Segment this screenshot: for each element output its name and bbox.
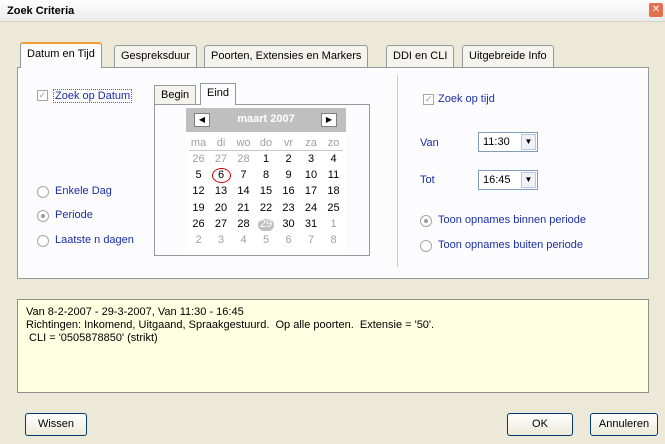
zoek-op-datum-checkbox[interactable]: ✓ — [37, 90, 48, 101]
tot-label: Tot — [420, 174, 435, 186]
chevron-down-icon[interactable]: ▼ — [521, 134, 536, 150]
calendar-day[interactable]: 13 — [211, 185, 232, 197]
calendar-day[interactable]: 27 — [211, 153, 232, 165]
window-title: Zoek Criteria — [7, 5, 75, 17]
summary-line: CLI = '0505878850' (strikt) — [26, 332, 158, 344]
calendar-day[interactable]: 2 — [278, 153, 299, 165]
calendar-day[interactable]: 28 — [233, 218, 254, 230]
calendar-day[interactable]: 8 — [256, 169, 277, 181]
calendar-day[interactable]: 2 — [188, 234, 209, 246]
calendar-day[interactable]: 22 — [256, 202, 277, 214]
summary-line: Van 8-2-2007 - 29-3-2007, Van 11:30 - 16… — [26, 306, 244, 318]
chevron-down-icon[interactable]: ▼ — [521, 172, 536, 188]
wissen-button[interactable]: Wissen — [25, 413, 87, 436]
radio-laatste-n-dagen-label: Laatste n dagen — [55, 234, 134, 246]
calendar-day[interactable]: 14 — [233, 185, 254, 197]
zoek-op-datum-label[interactable]: Zoek op Datum — [53, 89, 133, 103]
radio-buiten-periode-label: Toon opnames buiten periode — [438, 239, 583, 251]
calendar-day[interactable]: 7 — [233, 169, 254, 181]
zoek-op-tijd-label: Zoek op tijd — [438, 93, 495, 105]
calendar-day[interactable]: 23 — [278, 202, 299, 214]
radio-binnen-periode[interactable] — [420, 215, 432, 227]
calendar-day[interactable]: 3 — [211, 234, 232, 246]
calendar-day[interactable]: 1 — [323, 218, 344, 230]
calendar-day[interactable]: 1 — [256, 153, 277, 165]
weekday-label: vr — [283, 137, 294, 149]
calendar-day[interactable]: 7 — [301, 234, 322, 246]
tot-time-value: 16:45 — [483, 174, 511, 186]
van-time-select[interactable]: 11:30 ▼ — [478, 132, 538, 152]
tab-gespreksduur[interactable]: Gespreksduur — [114, 45, 198, 67]
van-label: Van — [420, 137, 439, 149]
subtab-eind[interactable]: Eind — [200, 83, 237, 105]
subtab-begin[interactable]: Begin — [154, 85, 197, 105]
tab-datum-en-tijd[interactable]: Datum en Tijd — [20, 42, 102, 68]
calendar-day[interactable]: 25 — [323, 202, 344, 214]
annuleren-button[interactable]: Annuleren — [590, 413, 658, 436]
calendar-day[interactable]: 10 — [301, 169, 322, 181]
calendar-day[interactable]: 26 — [188, 153, 209, 165]
calendar-day[interactable]: 20 — [211, 202, 232, 214]
radio-enkele-dag-label: Enkele Dag — [55, 185, 112, 197]
tab-ddi-en-cli[interactable]: DDI en CLI — [386, 45, 455, 67]
section-divider — [397, 75, 398, 267]
calendar-day[interactable]: 9 — [278, 169, 299, 181]
tab-poorten-extensies-markers[interactable]: Poorten, Extensies en Markers — [204, 45, 369, 67]
calendar-day[interactable]: 5 — [256, 234, 277, 246]
calendar-day[interactable]: 18 — [323, 185, 344, 197]
tab-uitgebreide-info[interactable]: Uitgebreide Info — [462, 45, 554, 67]
radio-buiten-periode[interactable] — [420, 240, 432, 252]
calendar-day[interactable]: 17 — [301, 185, 322, 197]
weekday-label: do — [259, 137, 273, 149]
calendar-day[interactable]: 28 — [233, 153, 254, 165]
radio-binnen-periode-label: Toon opnames binnen periode — [438, 214, 587, 226]
weekday-label: ma — [190, 137, 207, 149]
calendar-day[interactable]: 29 — [256, 218, 277, 230]
calendar-day[interactable]: 19 — [188, 202, 209, 214]
calendar-day[interactable]: 3 — [301, 153, 322, 165]
calendar-day[interactable]: 15 — [256, 185, 277, 197]
calendar-day[interactable]: 8 — [323, 234, 344, 246]
radio-periode[interactable] — [37, 210, 49, 222]
weekday-label: za — [305, 137, 317, 149]
calendar-day[interactable]: 21 — [233, 202, 254, 214]
calendar-day[interactable]: 4 — [323, 153, 344, 165]
summary-box: Van 8-2-2007 - 29-3-2007, Van 11:30 - 16… — [17, 299, 649, 393]
calendar: ◀ maart 2007 ▶ ma di wo do vr za zo 26 27 28 1 2 3 4 5… — [186, 108, 346, 253]
calendar-day[interactable]: 31 — [301, 218, 322, 230]
weekday-label: wo — [236, 137, 251, 149]
close-icon[interactable]: ✕ — [649, 3, 663, 17]
calendar-day[interactable]: 30 — [278, 218, 299, 230]
title-bar: Zoek Criteria ✕ — [0, 0, 665, 22]
tot-time-select[interactable]: 16:45 ▼ — [478, 170, 538, 190]
weekday-label: di — [216, 137, 226, 149]
selected-day-circle — [211, 168, 231, 184]
calendar-day[interactable]: 16 — [278, 185, 299, 197]
zoek-op-tijd-checkbox[interactable]: ✓ — [423, 94, 434, 105]
calendar-day[interactable]: 5 — [188, 169, 209, 181]
next-month-icon[interactable]: ▶ — [321, 113, 337, 127]
ok-button[interactable]: OK — [507, 413, 573, 436]
radio-laatste-n-dagen[interactable] — [37, 235, 49, 247]
calendar-day[interactable]: 27 — [211, 218, 232, 230]
calendar-day[interactable]: 24 — [301, 202, 322, 214]
calendar-divider — [189, 150, 343, 151]
radio-enkele-dag[interactable] — [37, 186, 49, 198]
calendar-header: ◀ maart 2007 ▶ — [186, 108, 346, 132]
summary-line: Richtingen: Inkomend, Uitgaand, Spraakge… — [26, 319, 435, 331]
van-time-value: 11:30 — [483, 136, 510, 148]
weekday-label: zo — [327, 137, 340, 149]
calendar-day[interactable]: 11 — [323, 169, 344, 181]
radio-periode-label: Periode — [55, 209, 93, 221]
calendar-day[interactable]: 6 — [278, 234, 299, 246]
search-criteria-dialog: Zoek Criteria ✕ Datum en Tijd Gespreksdu… — [0, 0, 665, 444]
calendar-day[interactable]: 4 — [233, 234, 254, 246]
calendar-day[interactable]: 26 — [188, 218, 209, 230]
calendar-day[interactable]: 12 — [188, 185, 209, 197]
